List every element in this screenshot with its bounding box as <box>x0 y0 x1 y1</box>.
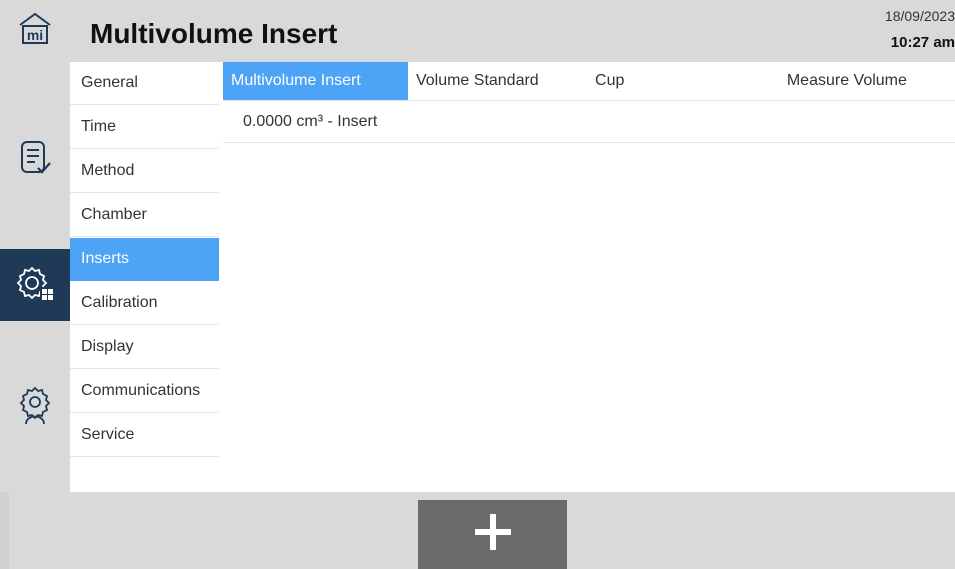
methods-button[interactable] <box>0 128 70 192</box>
tab-multivolume-insert[interactable]: Multivolume Insert <box>223 62 408 100</box>
subnav-item-label: Communications <box>81 382 201 399</box>
time-display: 10:27 am <box>890 34 955 51</box>
service-user-gear-icon <box>15 384 55 433</box>
subnav-item-chamber[interactable]: Chamber <box>70 194 219 237</box>
subnav-item-calibration[interactable]: Calibration <box>70 282 219 325</box>
method-checklist-icon <box>16 138 54 183</box>
subnav-item-label: Service <box>81 426 135 443</box>
subnav-item-inserts[interactable]: Inserts <box>70 238 219 281</box>
page-title: Multivolume Insert <box>90 18 338 49</box>
subnav-item-communications[interactable]: Communications <box>70 370 219 413</box>
insert-list: 0.0000 cm³ - Insert <box>223 101 955 143</box>
user-settings-button[interactable] <box>0 372 70 444</box>
list-item[interactable]: 0.0000 cm³ - Insert <box>223 101 955 143</box>
left-rail: mi <box>0 0 70 492</box>
insert-tabs: Multivolume Insert Volume Standard Cup M… <box>223 62 955 101</box>
header-bar: Multivolume Insert 18/09/2023 10:27 am <box>70 0 955 62</box>
subnav-item-label: Time <box>81 118 116 135</box>
settings-grid-icon <box>13 263 57 308</box>
subnav-item-method[interactable]: Method <box>70 150 219 193</box>
svg-text:mi: mi <box>27 27 43 43</box>
subnav-item-label: Calibration <box>81 294 158 311</box>
list-item-label: 0.0000 cm³ - Insert <box>243 112 378 130</box>
footer-bar <box>0 492 955 569</box>
subnav-item-label: Inserts <box>81 250 130 267</box>
subnav-item-label: Method <box>81 162 135 179</box>
subnav-item-general[interactable]: General <box>70 62 219 105</box>
settings-button[interactable] <box>0 249 70 321</box>
home-button[interactable]: mi <box>0 0 70 62</box>
tab-measure-volume[interactable]: Measure Volume <box>779 62 955 100</box>
subnav-item-label: Display <box>81 338 134 355</box>
plus-icon <box>473 512 513 557</box>
date-display: 18/09/2023 <box>884 8 955 24</box>
subnav-item-time[interactable]: Time <box>70 106 219 149</box>
subnav-item-service[interactable]: Service <box>70 414 219 457</box>
subnav-item-display[interactable]: Display <box>70 326 219 369</box>
settings-subnav: General Time Method Chamber Inserts Cali… <box>70 62 219 458</box>
footer-edge <box>0 492 9 569</box>
subnav-item-label: General <box>81 74 138 91</box>
subnav-item-label: Chamber <box>81 206 147 223</box>
add-button[interactable] <box>418 500 567 569</box>
tab-cup[interactable]: Cup <box>587 62 779 100</box>
tab-volume-standard[interactable]: Volume Standard <box>408 62 587 100</box>
home-icon: mi <box>18 11 52 52</box>
